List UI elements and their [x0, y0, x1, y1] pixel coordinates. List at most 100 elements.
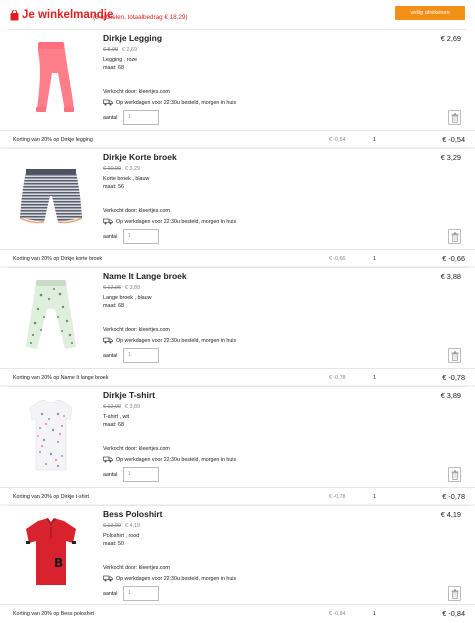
- product-description: Legging , roze maat: 68: [103, 57, 137, 72]
- price-info: € 12,95 € 3,88: [103, 285, 140, 291]
- trash-icon: [451, 232, 459, 242]
- discount-row: Korting van 20% op Bess poloshirt € -0,8…: [0, 604, 475, 622]
- product-description: T-shirt , wit maat: 68: [103, 414, 129, 429]
- seller-info: Verkocht door: kleertjes.com: [103, 565, 170, 571]
- truck-icon: [103, 575, 113, 582]
- svg-text:B: B: [54, 556, 63, 570]
- new-price: € 4,19: [125, 523, 140, 529]
- new-price: € 3,88: [125, 285, 140, 291]
- product-image[interactable]: [16, 156, 86, 236]
- old-price: € 12,95: [103, 285, 121, 291]
- product-size: maat: 50: [103, 540, 124, 547]
- quantity-label: aantal: [103, 591, 118, 597]
- new-price: € 3,89: [125, 404, 140, 410]
- product-name[interactable]: Dirkje Korte broek: [103, 152, 177, 162]
- old-price: € 13,99: [103, 523, 121, 529]
- product-size: maat: 68: [103, 421, 124, 428]
- delete-button[interactable]: [448, 110, 461, 125]
- discount-amount: € -0,78: [329, 494, 346, 500]
- quantity-input[interactable]: 1: [123, 110, 159, 125]
- delivery-text: Op werkdagen voor 22:30u besteld, morgen…: [116, 218, 237, 225]
- trash-icon: [451, 351, 459, 361]
- item-price: € 3,88: [440, 272, 461, 281]
- product-name[interactable]: Dirkje T-shirt: [103, 390, 155, 400]
- product-image[interactable]: [16, 275, 86, 355]
- product-image[interactable]: B: [16, 513, 86, 593]
- discount-amount: € -0,78: [329, 375, 346, 381]
- delivery-text: Op werkdagen voor 22:30u besteld, morgen…: [116, 99, 237, 106]
- product-size: maat: 68: [103, 302, 124, 309]
- seller-info: Verkocht door: kleertjes.com: [103, 89, 170, 95]
- cart-item: Dirkje T-shirt € 3,89 € 12,99 € 3,89 T-sh…: [8, 386, 467, 487]
- cart-item: Name It Lange broek € 3,88 € 12,95 € 3,88…: [8, 267, 467, 368]
- seller-info: Verkocht door: kleertjes.com: [103, 446, 170, 452]
- discount-total: € -0,54: [442, 135, 465, 144]
- quantity-input[interactable]: 1: [123, 229, 159, 244]
- product-type-color: Lange broek , blauw: [103, 295, 152, 301]
- product-type-color: T-shirt , wit: [103, 414, 130, 420]
- trash-icon: [451, 470, 459, 480]
- product-type-color: Legging , roze: [103, 57, 138, 63]
- truck-icon: [103, 337, 113, 344]
- discount-label: Korting van 20% op Dirkje t-shirt: [13, 494, 89, 500]
- truck-icon: [103, 99, 113, 106]
- quantity-input[interactable]: 1: [123, 348, 159, 363]
- product-image[interactable]: [16, 37, 86, 117]
- delivery-info: Op werkdagen voor 22:30u besteld, morgen…: [103, 456, 236, 463]
- item-price: € 2,69: [440, 34, 461, 43]
- delivery-info: Op werkdagen voor 22:30u besteld, morgen…: [103, 575, 236, 582]
- delivery-text: Op werkdagen voor 22:30u besteld, morgen…: [116, 575, 237, 582]
- price-info: € 12,99 € 3,89: [103, 404, 140, 410]
- delete-button[interactable]: [448, 348, 461, 363]
- discount-row: Korting van 20% op Dirkje korte broek € …: [0, 249, 475, 267]
- delete-button[interactable]: [448, 467, 461, 482]
- trash-icon: [451, 589, 459, 599]
- delivery-text: Op werkdagen voor 22:30u besteld, morgen…: [116, 456, 237, 463]
- discount-row: Korting van 20% op Dirkje t-shirt € -0,7…: [0, 487, 475, 505]
- quantity-input[interactable]: 1: [123, 586, 159, 601]
- old-price: € 12,99: [103, 404, 121, 410]
- new-price: € 3,29: [125, 166, 140, 172]
- price-info: € 13,99 € 4,19: [103, 523, 140, 529]
- product-description: Korte broek , blauw maat: 56: [103, 176, 149, 191]
- discount-quantity: 1: [373, 256, 376, 262]
- item-price: € 3,89: [440, 391, 461, 400]
- price-info: € 8,99 € 2,69: [103, 47, 137, 53]
- product-description: Poloshirt , rood maat: 50: [103, 533, 139, 548]
- product-size: maat: 56: [103, 183, 124, 190]
- product-name[interactable]: Bess Poloshirt: [103, 509, 163, 519]
- discount-label: Korting van 20% op Bess poloshirt: [13, 611, 94, 617]
- delivery-text: Op werkdagen voor 22:30u besteld, morgen…: [116, 337, 237, 344]
- delete-button[interactable]: [448, 229, 461, 244]
- delivery-info: Op werkdagen voor 22:30u besteld, morgen…: [103, 99, 236, 106]
- discount-total: € -0,84: [442, 609, 465, 618]
- discount-quantity: 1: [373, 611, 376, 617]
- delivery-info: Op werkdagen voor 22:30u besteld, morgen…: [103, 337, 236, 344]
- cart-item: Dirkje Legging € 2,69 € 8,99 € 2,69 Leggi…: [8, 29, 467, 130]
- truck-icon: [103, 456, 113, 463]
- quantity-input[interactable]: 1: [123, 467, 159, 482]
- discount-amount: € -0,54: [329, 137, 346, 143]
- quantity-label: aantal: [103, 234, 118, 240]
- discount-quantity: 1: [373, 137, 376, 143]
- cart-header: Je winkelmandje (5 artikelen, totaalbedr…: [0, 0, 475, 29]
- delivery-info: Op werkdagen voor 22:30u besteld, morgen…: [103, 218, 236, 225]
- product-name[interactable]: Dirkje Legging: [103, 33, 162, 43]
- quantity-label: aantal: [103, 353, 118, 359]
- discount-amount: € -0,84: [329, 611, 346, 617]
- discount-row: Korting van 20% op Name It lange broek €…: [0, 368, 475, 386]
- shopping-bag-icon: [10, 10, 19, 21]
- discount-label: Korting van 20% op Dirkje korte broek: [13, 256, 103, 262]
- product-image[interactable]: [16, 394, 86, 474]
- new-price: € 2,69: [122, 47, 137, 53]
- old-price: € 8,99: [103, 47, 118, 53]
- cart-item: B Bess Poloshirt € 4,19 € 13,99 € 4,19 Po…: [8, 505, 467, 604]
- discount-label: Korting van 20% op Name It lange broek: [13, 375, 109, 381]
- discount-amount: € -0,66: [329, 256, 346, 262]
- checkout-button[interactable]: veilig afrekenen: [395, 6, 465, 20]
- product-description: Lange broek , blauw maat: 68: [103, 295, 152, 310]
- discount-label: Korting van 20% op Dirkje legging: [13, 137, 93, 143]
- delete-button[interactable]: [448, 586, 461, 601]
- product-name[interactable]: Name It Lange broek: [103, 271, 187, 281]
- item-price: € 4,19: [440, 510, 461, 519]
